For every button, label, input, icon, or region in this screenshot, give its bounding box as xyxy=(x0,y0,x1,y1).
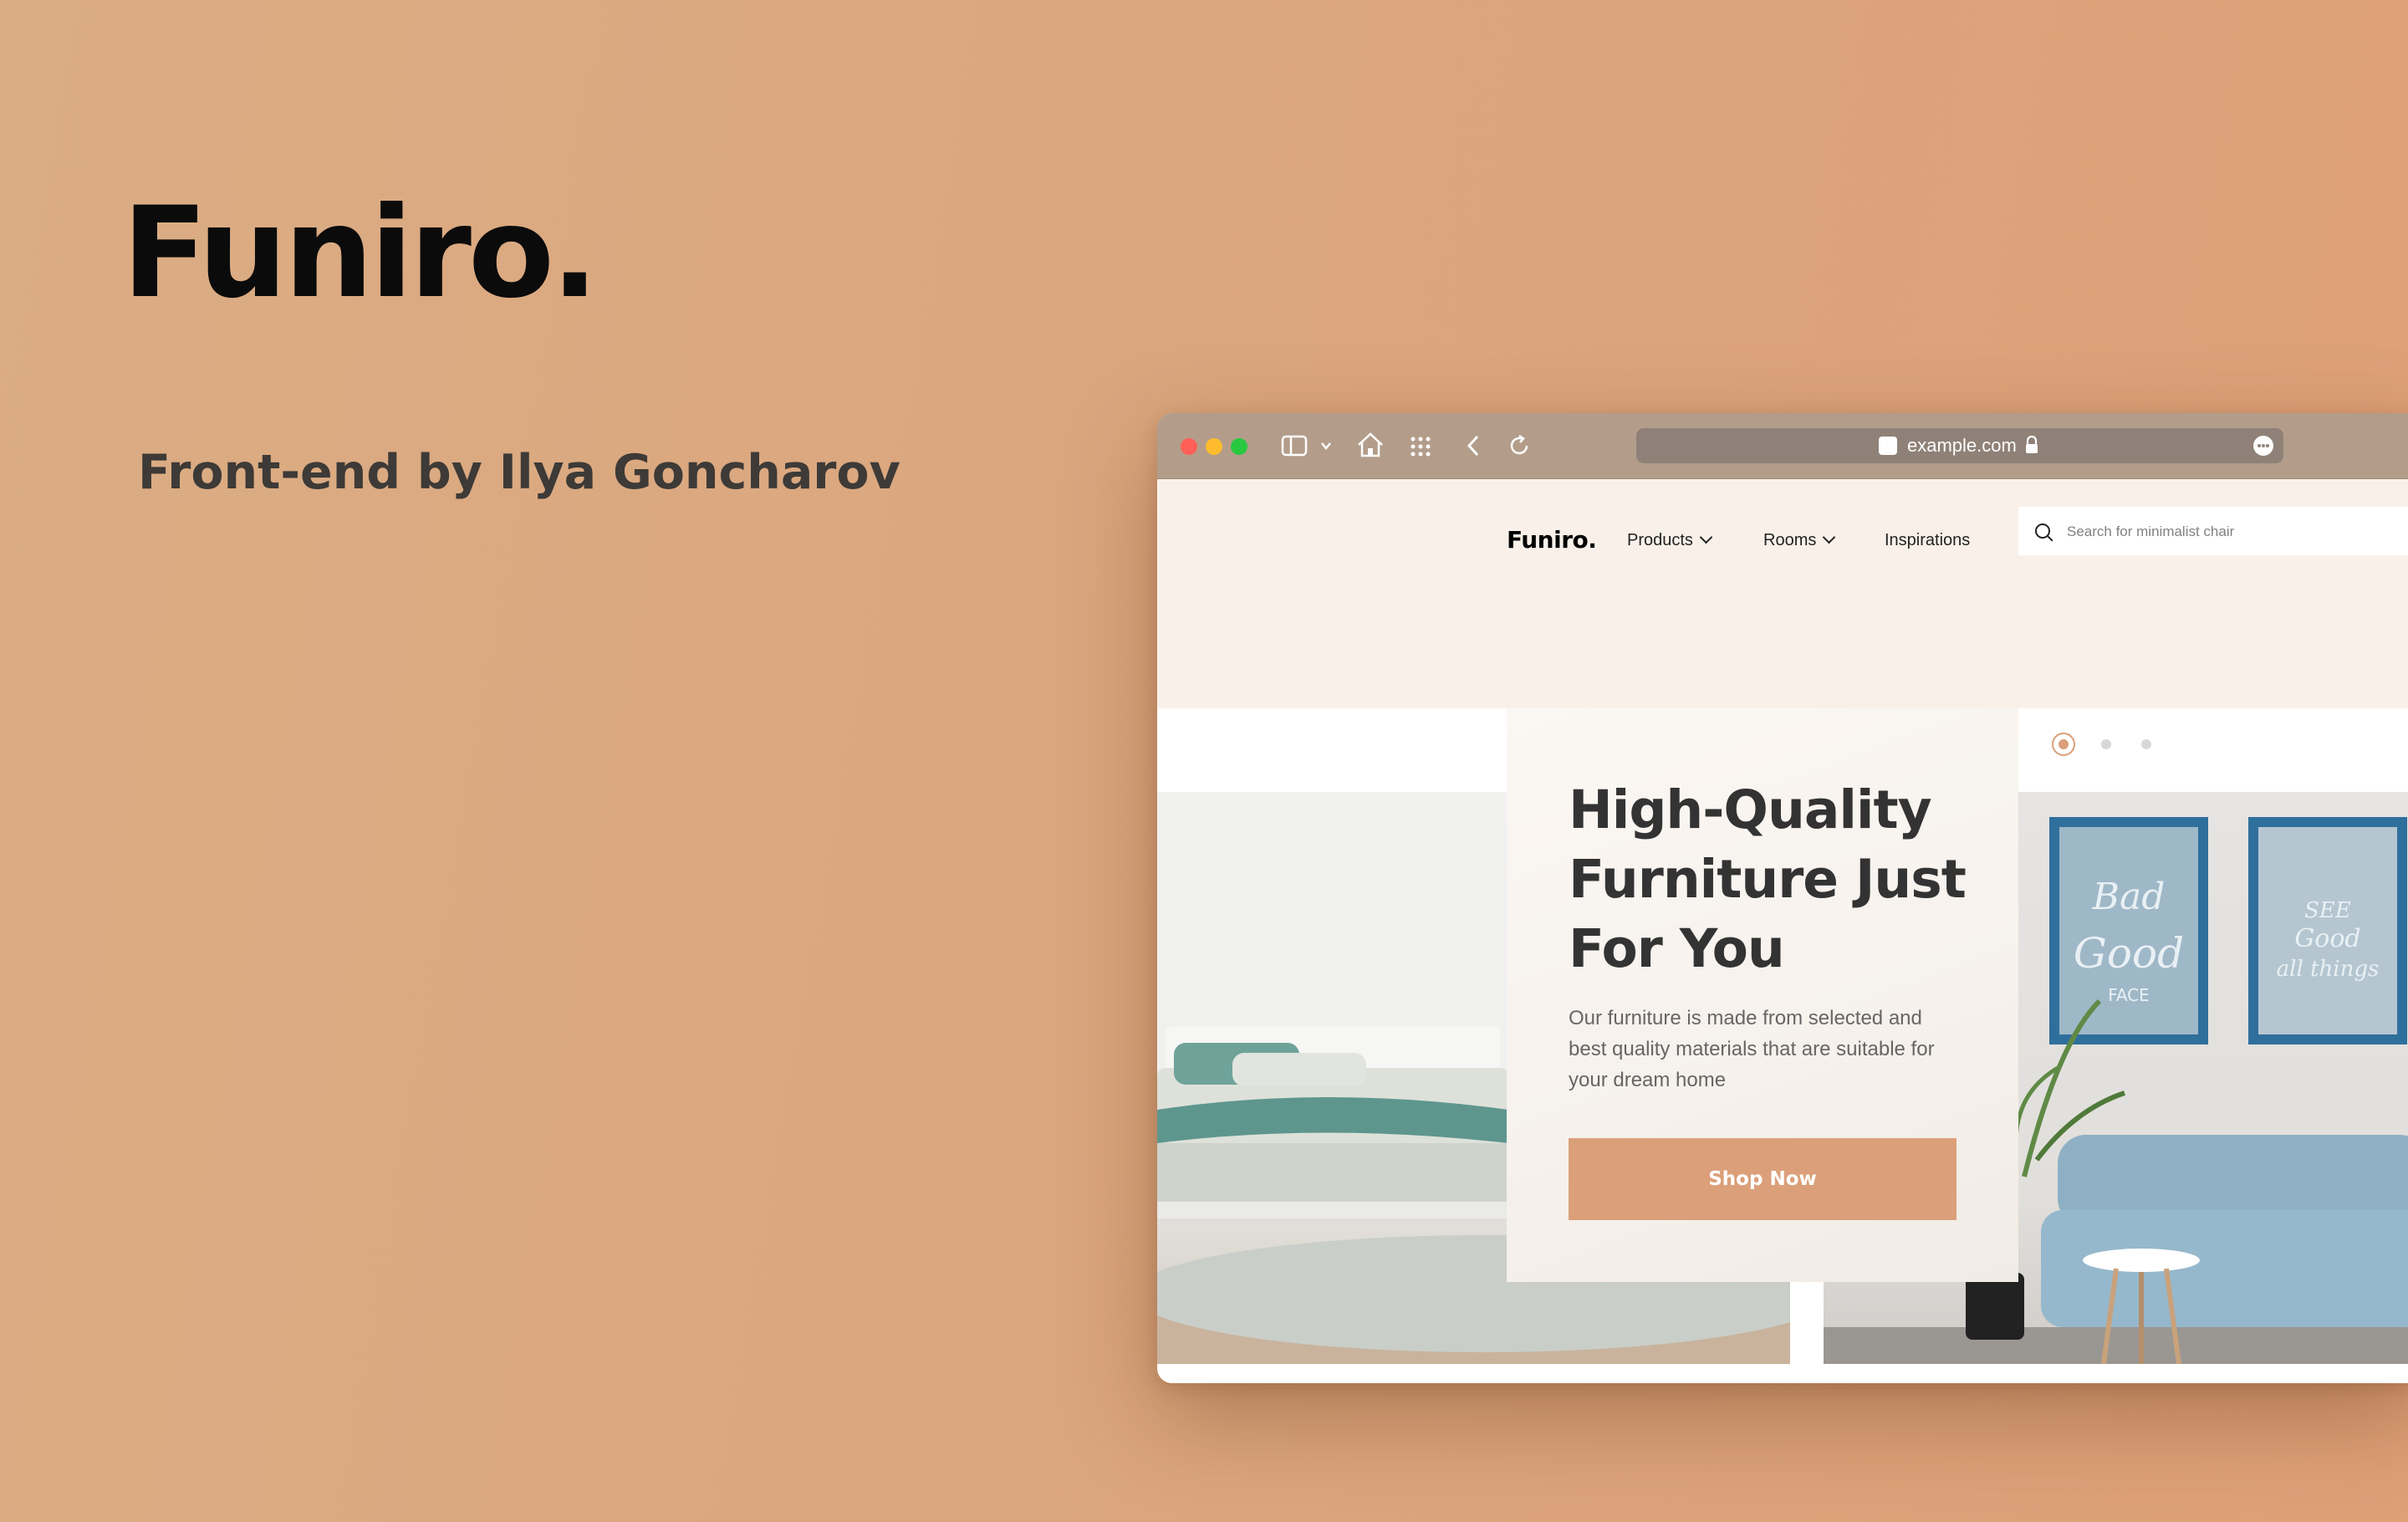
website-viewport: Funiro. Products Rooms Inspirations Sear… xyxy=(1157,479,2408,1383)
minimize-window-button[interactable] xyxy=(1206,438,1222,455)
browser-window: example.com Funiro. Products Rooms Inspi… xyxy=(1157,413,2408,1383)
close-window-button[interactable] xyxy=(1181,438,1197,455)
carousel-dot-1-active[interactable] xyxy=(2052,733,2075,756)
zoom-window-button[interactable] xyxy=(1231,438,1247,455)
hero-title: High-Quality Furniture Just For You xyxy=(1569,779,1967,979)
chevron-down-icon xyxy=(1823,530,1836,544)
carousel-dot-3[interactable] xyxy=(2141,739,2151,749)
site-logo[interactable]: Funiro. xyxy=(1507,526,1597,554)
svg-text:FACE: FACE xyxy=(2108,985,2150,1005)
favicon-icon xyxy=(1879,437,1897,455)
nav-rooms-label: Rooms xyxy=(1763,531,1817,549)
svg-text:Bad: Bad xyxy=(2092,876,2166,918)
chevron-down-icon xyxy=(1699,530,1713,544)
nav-products[interactable]: Products xyxy=(1627,530,1713,550)
sidebar-icon[interactable] xyxy=(1281,434,1308,457)
search-icon xyxy=(2035,524,2050,539)
address-bar[interactable]: example.com xyxy=(1636,428,2283,463)
nav-rooms[interactable]: Rooms xyxy=(1763,530,1836,550)
hero-description: Our furniture is made from selected and … xyxy=(1569,1007,1935,1091)
shop-now-button[interactable]: Shop Now xyxy=(1569,1138,1956,1220)
grid-icon[interactable] xyxy=(1410,436,1431,457)
chevron-down-icon[interactable] xyxy=(1319,440,1333,452)
nav-products-label: Products xyxy=(1627,531,1693,549)
nav-inspirations[interactable]: Inspirations xyxy=(1885,531,1970,550)
search-box xyxy=(2018,507,2408,555)
reload-icon[interactable] xyxy=(1507,433,1532,458)
intro-title: Funiro. xyxy=(122,181,599,326)
svg-text:all things: all things xyxy=(2277,957,2380,982)
intro-subtitle: Front-end by Ilya Goncharov xyxy=(138,445,900,500)
svg-text:Good: Good xyxy=(2074,929,2184,978)
home-icon[interactable] xyxy=(1356,432,1385,458)
hero-card: High-Quality Furniture Just For You Our … xyxy=(1507,708,2018,1282)
lock-icon xyxy=(2026,435,2038,453)
browser-toolbar: example.com xyxy=(1157,413,2408,479)
svg-text:Good: Good xyxy=(2294,924,2360,953)
url-text: example.com xyxy=(1907,435,2017,456)
svg-text:SEE: SEE xyxy=(2304,898,2351,923)
back-icon[interactable] xyxy=(1465,433,1482,458)
search-input[interactable] xyxy=(2065,518,2408,545)
carousel-dot-2[interactable] xyxy=(2101,739,2111,749)
more-options-icon[interactable] xyxy=(2253,436,2273,456)
nav-inspirations-label: Inspirations xyxy=(1885,531,1971,549)
